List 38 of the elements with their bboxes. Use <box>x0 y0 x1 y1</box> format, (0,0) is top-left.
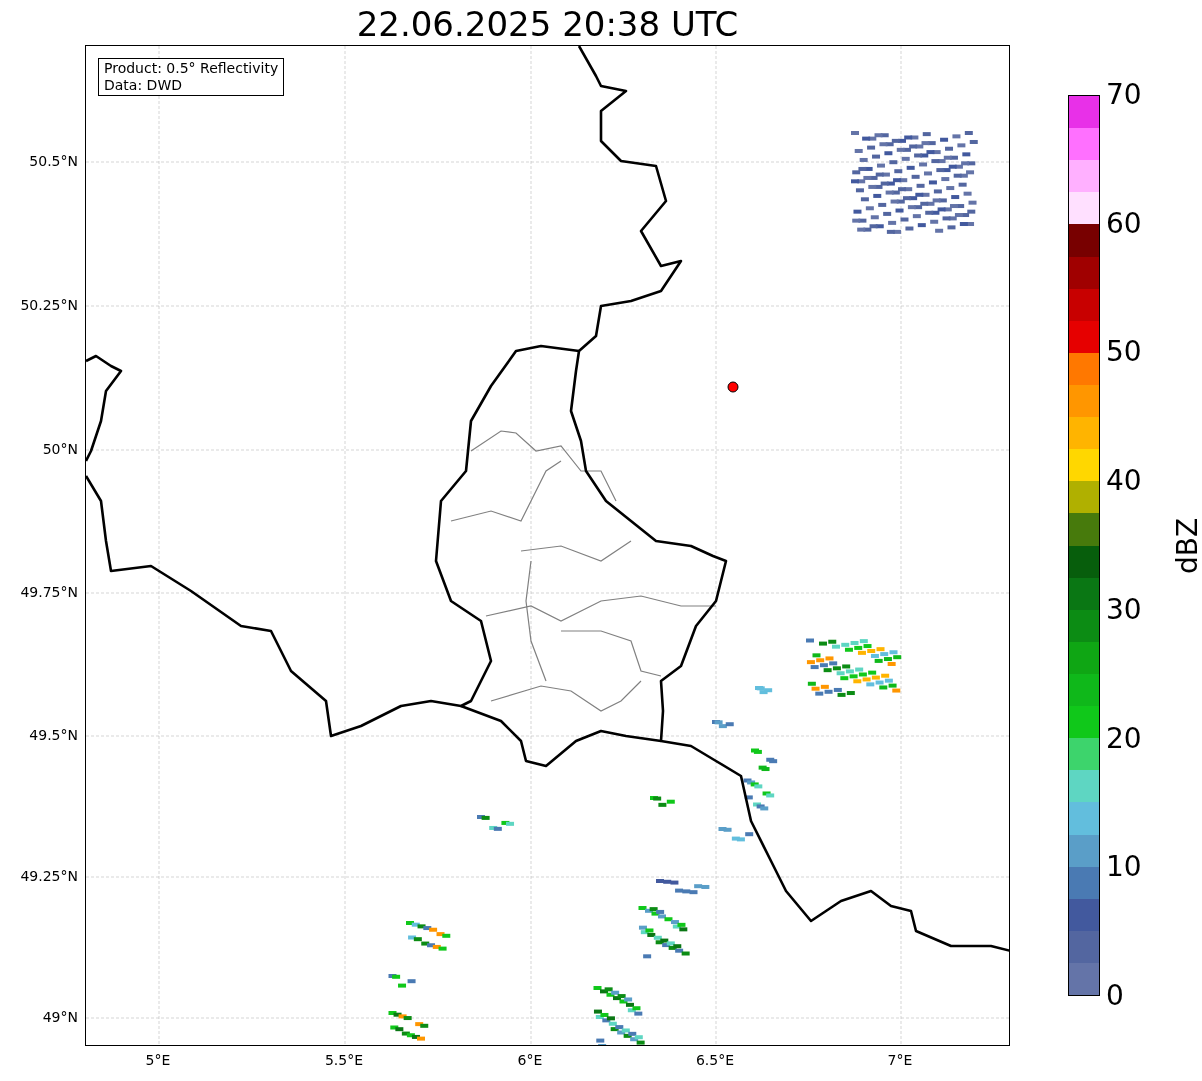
station-marker <box>727 381 739 393</box>
radar-echo <box>388 974 416 988</box>
y-tick-label: 50.5°N <box>29 153 78 169</box>
colorbar-tick-label: 30 <box>1106 594 1142 625</box>
radar-echo <box>593 986 645 1045</box>
y-tick-label: 50.25°N <box>20 297 78 313</box>
radar-echo <box>712 720 734 729</box>
colorbar-label: dBZ <box>1172 517 1202 575</box>
radar-echo <box>743 778 775 811</box>
y-tick-label: 50°N <box>42 441 78 457</box>
colorbar-tick-label: 70 <box>1106 80 1142 110</box>
colorbar-tick-label: 10 <box>1106 852 1142 883</box>
info-text: Product: 0.5° Reflectivity <box>104 60 279 77</box>
radar-echo <box>656 879 710 895</box>
colorbar-tick-label: 60 <box>1106 208 1142 239</box>
x-tick-label: 6°E <box>516 1052 544 1068</box>
colorbar-tick-label: 40 <box>1106 466 1142 497</box>
radar-echo <box>388 1011 429 1041</box>
y-tick-label: 49°N <box>42 1009 78 1025</box>
chart-title: 22.06.2025 20:38 UTC <box>356 4 739 44</box>
colorbar-tick-label: 20 <box>1106 723 1142 754</box>
colorbar-tick-label: 50 <box>1106 337 1142 368</box>
y-tick-label: 49.25°N <box>20 868 78 884</box>
x-tick-label: 7°E <box>886 1052 914 1068</box>
radar-echo <box>638 906 690 959</box>
radar-echo <box>477 815 515 831</box>
radar-echo <box>755 686 773 695</box>
colorbar-tick-label: 0 <box>1106 981 1124 1011</box>
info-text: Data: DWD <box>104 77 183 94</box>
x-tick-label: 5°E <box>144 1052 172 1068</box>
radar-echo <box>650 796 675 807</box>
radar-echo <box>751 748 778 772</box>
x-tick-label: 5.5°E <box>323 1052 365 1068</box>
radar-echo <box>406 921 451 951</box>
radar-echo <box>718 827 754 842</box>
y-tick-label: 49.5°N <box>29 727 78 743</box>
y-tick-label: 49.75°N <box>20 584 78 600</box>
x-tick-label: 6.5°E <box>694 1052 736 1068</box>
